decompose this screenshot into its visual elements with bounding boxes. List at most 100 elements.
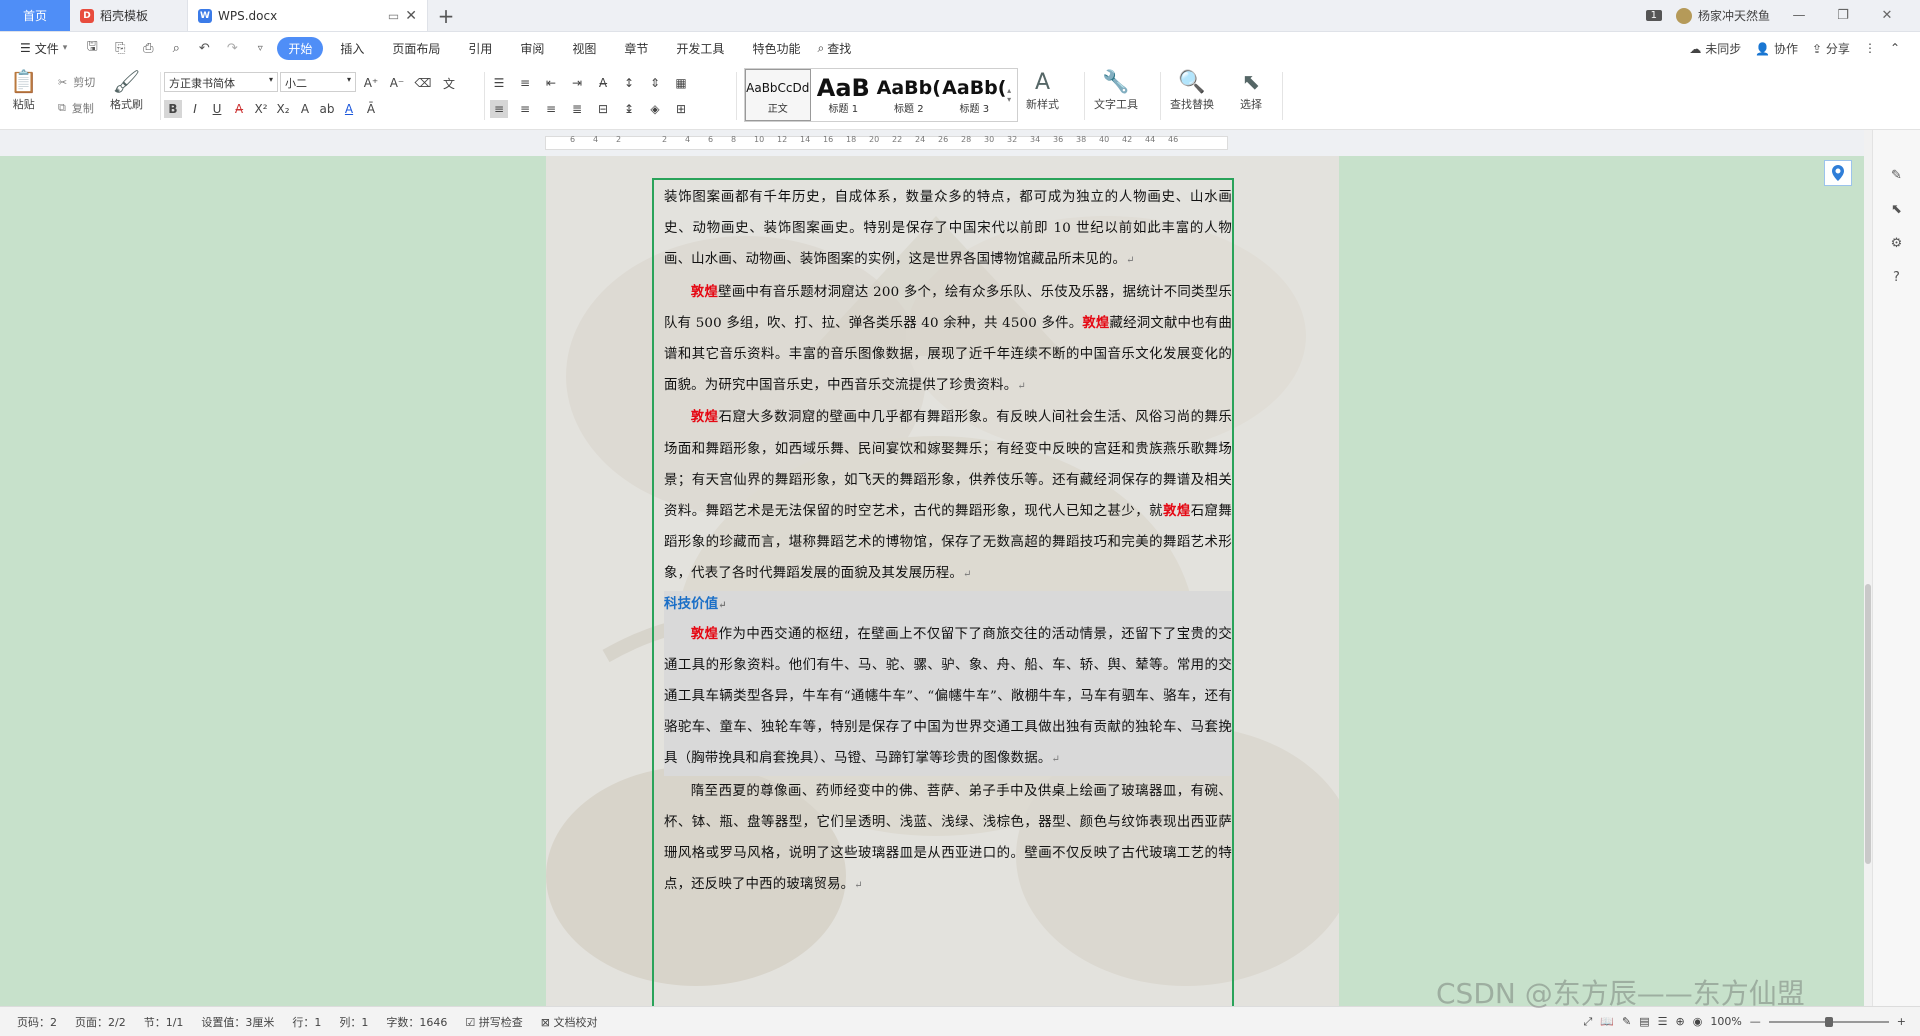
- italic-icon[interactable]: I: [186, 100, 204, 118]
- document-page[interactable]: 装饰图案画都有千年历史，自成体系，数量众多的特点，都可成为独立的人物画史、山水画…: [546, 156, 1339, 1006]
- zoom-out-icon[interactable]: —: [1750, 1015, 1761, 1028]
- select-button[interactable]: ⬉ 选择: [1240, 70, 1262, 112]
- status-word-count[interactable]: 字数：1646: [377, 1014, 456, 1030]
- close-window-icon[interactable]: ✕: [1872, 8, 1902, 23]
- location-pin-icon[interactable]: [1824, 160, 1852, 186]
- read-mode-icon[interactable]: 📖: [1600, 1015, 1614, 1028]
- new-style-button[interactable]: A 新样式: [1026, 70, 1059, 112]
- font-size-select[interactable]: 小二 ▾: [280, 72, 356, 92]
- user-account[interactable]: 杨家冲天然鱼: [1675, 7, 1770, 24]
- pointer-icon[interactable]: ⬉: [1888, 200, 1906, 218]
- underline-icon[interactable]: U: [208, 100, 226, 118]
- write-mode-icon[interactable]: ✎: [1622, 1015, 1631, 1028]
- outline-view-icon[interactable]: ☰: [1658, 1015, 1668, 1028]
- status-setting[interactable]: 设置值：3厘米: [192, 1014, 283, 1030]
- zoom-level[interactable]: 100%: [1710, 1015, 1741, 1028]
- proofread-button[interactable]: ⊠ 文档校对: [532, 1014, 607, 1030]
- sliders-icon[interactable]: ⚙: [1888, 234, 1906, 252]
- strikethrough-icon[interactable]: A̶: [230, 100, 248, 118]
- sort-icon[interactable]: ↕: [620, 74, 638, 92]
- window-count-badge[interactable]: 1: [1645, 10, 1662, 21]
- decrease-indent-icon[interactable]: ⇤: [542, 74, 560, 92]
- clear-format-icon[interactable]: ⌫: [414, 74, 432, 92]
- text-effect-icon[interactable]: A: [296, 100, 314, 118]
- style-normal[interactable]: AaBbCcDd 正文: [745, 69, 811, 121]
- shading-icon[interactable]: ◈: [646, 100, 664, 118]
- table-grid-icon[interactable]: ▦: [672, 74, 690, 92]
- spell-check-button[interactable]: ☑ 拼写检查: [456, 1014, 531, 1030]
- highlight-icon[interactable]: ab: [318, 100, 336, 118]
- zoom-in-icon[interactable]: +: [1897, 1015, 1906, 1028]
- distribute-icon[interactable]: ⊟: [594, 100, 612, 118]
- paragraph-spacing-icon[interactable]: ↨: [620, 100, 638, 118]
- collapse-ribbon-icon[interactable]: ⌃: [1890, 41, 1900, 55]
- tab-special[interactable]: 特色功能: [741, 37, 811, 60]
- border-icon[interactable]: ⊞: [672, 100, 690, 118]
- tab-home[interactable]: 首页: [0, 0, 70, 31]
- save-icon[interactable]: 🖫: [81, 37, 103, 59]
- tab-start[interactable]: 开始: [277, 36, 324, 60]
- status-col[interactable]: 列：1: [330, 1014, 377, 1030]
- text-tools-button[interactable]: 🔧 文字工具: [1094, 70, 1138, 112]
- minimize-icon[interactable]: —: [1784, 8, 1814, 23]
- eye-protect-icon[interactable]: ◉: [1693, 1015, 1703, 1028]
- chinese-layout-icon[interactable]: A̶: [594, 74, 612, 92]
- redo-icon[interactable]: ↷: [221, 37, 243, 59]
- tab-template[interactable]: D 稻壳模板: [70, 0, 188, 31]
- style-heading-3[interactable]: AaBb( 标题 3: [942, 69, 1008, 121]
- bold-icon[interactable]: B: [164, 100, 182, 118]
- print-preview-icon[interactable]: ⌕: [165, 37, 187, 59]
- tab-review[interactable]: 审阅: [509, 37, 555, 60]
- file-menu[interactable]: ☰ 文件 ▾: [12, 40, 75, 57]
- find-replace-button[interactable]: 🔍 查找替换: [1170, 70, 1214, 112]
- restore-icon[interactable]: ❐: [1828, 8, 1858, 23]
- tab-chapter[interactable]: 章节: [613, 37, 659, 60]
- line-spacing-icon[interactable]: ⇕: [646, 74, 664, 92]
- tab-view[interactable]: 视图: [561, 37, 607, 60]
- paste-button[interactable]: 📋 粘贴: [10, 70, 37, 112]
- help-icon[interactable]: ?: [1888, 268, 1906, 286]
- status-section[interactable]: 节：1/1: [135, 1014, 193, 1030]
- justify-icon[interactable]: ≣: [568, 100, 586, 118]
- customize-icon[interactable]: ▿: [249, 37, 271, 59]
- copy-button[interactable]: ⧉ 复制: [58, 100, 94, 116]
- format-painter-button[interactable]: 🖌 格式刷: [110, 70, 143, 112]
- page-view-icon[interactable]: ▤: [1639, 1015, 1649, 1028]
- tab-references[interactable]: 引用: [457, 37, 503, 60]
- new-tab-button[interactable]: +: [428, 0, 464, 31]
- tab-insert[interactable]: 插入: [329, 37, 375, 60]
- status-row[interactable]: 行：1: [283, 1014, 330, 1030]
- zoom-slider[interactable]: [1768, 1016, 1889, 1027]
- document-text[interactable]: 装饰图案画都有千年历史，自成体系，数量众多的特点，都可成为独立的人物画史、山水画…: [664, 182, 1232, 901]
- print-icon[interactable]: ⎙: [137, 37, 159, 59]
- cut-button[interactable]: ✂ 剪切: [58, 74, 95, 90]
- status-page-code[interactable]: 页码：2: [8, 1014, 66, 1030]
- tab-page-layout[interactable]: 页面布局: [381, 37, 451, 60]
- phonetic-icon[interactable]: 文: [440, 74, 458, 92]
- pen-icon[interactable]: ✎: [1888, 166, 1906, 184]
- search-button[interactable]: ⌕ 查找: [817, 40, 851, 57]
- horizontal-ruler[interactable]: [0, 130, 1920, 156]
- superscript-icon[interactable]: X²: [252, 100, 270, 118]
- style-heading-2[interactable]: AaBb( 标题 2: [876, 69, 942, 121]
- font-color-icon[interactable]: A: [340, 100, 358, 118]
- align-left-icon[interactable]: ≡: [490, 100, 508, 118]
- numbered-list-icon[interactable]: ≡: [516, 74, 534, 92]
- decrease-font-icon[interactable]: A⁻: [388, 74, 406, 92]
- share-button[interactable]: ⇪ 分享: [1812, 40, 1850, 57]
- font-name-select[interactable]: 方正隶书简体 ▾: [164, 72, 278, 92]
- bullet-list-icon[interactable]: ☰: [490, 74, 508, 92]
- undo-icon[interactable]: ↶: [193, 37, 215, 59]
- char-shading-icon[interactable]: Ā: [362, 100, 380, 118]
- status-pages[interactable]: 页面：2/2: [66, 1014, 135, 1030]
- document-workspace[interactable]: 装饰图案画都有千年历史，自成体系，数量众多的特点，都可成为独立的人物画史、山水画…: [0, 156, 1864, 1006]
- zoom-slider-knob[interactable]: [1824, 1016, 1833, 1027]
- more-icon[interactable]: ⋮: [1864, 41, 1876, 55]
- scrollbar-thumb[interactable]: [1865, 584, 1871, 864]
- align-center-icon[interactable]: ≡: [516, 100, 534, 118]
- web-view-icon[interactable]: ⊕: [1676, 1015, 1685, 1028]
- collab-button[interactable]: 👤 协作: [1755, 40, 1798, 57]
- increase-font-icon[interactable]: A⁺: [362, 74, 380, 92]
- fullscreen-icon[interactable]: ⤢: [1583, 1015, 1592, 1029]
- close-tab-icon[interactable]: ✕: [405, 8, 417, 24]
